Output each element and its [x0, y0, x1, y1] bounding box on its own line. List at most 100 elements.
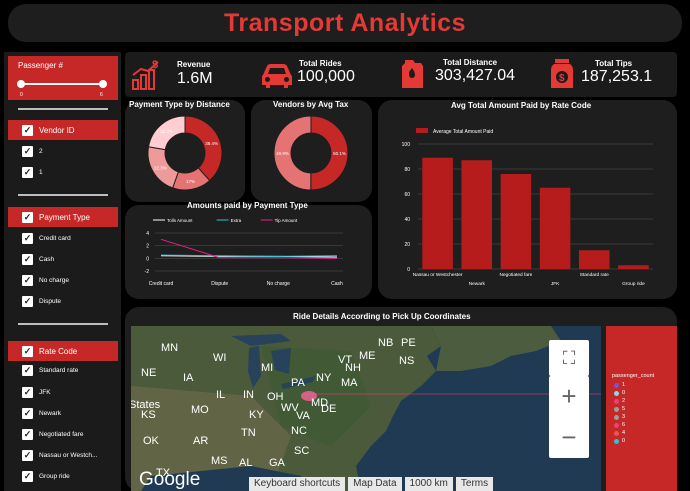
pickup-map[interactable]: MN WI MI IA IL IN OH MO KY WV PA NY VT NH ME NB PE NS MA OK… — [131, 326, 601, 491]
rate-code-bar-chart[interactable]: 100 80 60 40 20 0 Average Total Amount Paid Nas… — [378, 111, 677, 299]
map-place-label: SC — [294, 445, 309, 457]
payment-filter-header[interactable]: ✓ Payment Type — [8, 207, 118, 227]
checkbox-payment-all[interactable]: ✓ — [22, 211, 33, 223]
legend-item[interactable]: 0 — [614, 389, 625, 397]
vendor-filter-title: Vendor ID — [39, 125, 75, 135]
filter-item-group-ride[interactable]: ✓ Group ride — [22, 471, 70, 482]
legend-label: Tolls Amount — [167, 218, 193, 223]
checkbox[interactable]: ✓ — [22, 450, 33, 461]
checkbox[interactable]: ✓ — [22, 275, 33, 286]
vendor-filter-header[interactable]: ✓ Vendor ID — [8, 120, 118, 140]
amounts-title: Amounts paid by Payment Type — [187, 201, 308, 210]
legend-item-label: 1 — [622, 382, 626, 388]
kpi-rides-label: Total Rides — [299, 59, 342, 68]
y-tick-label: 40 — [404, 217, 410, 223]
filter-label: 1 — [39, 169, 43, 176]
kpi-distance-label: Total Distance — [443, 58, 498, 67]
filter-item-jfk[interactable]: ✓ JFK — [22, 387, 51, 398]
legend-item[interactable]: 2 — [614, 397, 625, 405]
filter-item-nassau[interactable]: ✓ Nassau or Westch... — [22, 450, 97, 461]
filter-item-cash[interactable]: ✓ Cash — [22, 254, 54, 265]
y-tick-label: 60 — [404, 192, 410, 198]
checkbox[interactable]: ✓ — [22, 296, 33, 307]
svg-text:$: $ — [152, 59, 158, 71]
fullscreen-icon: ⛶ — [562, 347, 576, 368]
map-place-label: DE — [321, 403, 336, 415]
kpi-revenue: $ Revenue 1.6M — [125, 52, 255, 97]
zoom-out-button[interactable]: − — [561, 422, 576, 453]
zoom-controls: + − — [549, 376, 589, 458]
filter-item-credit-card[interactable]: ✓ Credit card — [22, 233, 71, 244]
passenger-slider[interactable]: Passenger # 0 6 — [8, 56, 118, 100]
map-canvas[interactable]: MNWIMIIAIL IN OHMO KYWVPA NYVTNHMENB PENSMAOK… — [131, 326, 601, 491]
legend-dot — [614, 430, 619, 436]
checkbox[interactable]: ✓ — [22, 408, 33, 419]
keyboard-shortcuts-link[interactable]: Keyboard shortcuts — [249, 477, 346, 491]
legend-item[interactable]: 0 — [614, 437, 625, 445]
payment-donut-chart[interactable]: 38.4% 17% 22.3% 22.3% — [125, 110, 245, 202]
filter-item-standard-rate[interactable]: ✓ Standard rate — [22, 365, 78, 376]
legend-item[interactable]: 5 — [614, 405, 625, 413]
checkbox[interactable]: ✓ — [22, 365, 33, 376]
filter-item-newark[interactable]: ✓ Newark — [22, 408, 61, 419]
filter-label: Dispute — [39, 298, 62, 305]
payment-filter-title: Payment Type — [39, 212, 90, 222]
filter-label: Standard rate — [39, 367, 79, 374]
legend-item[interactable]: 3 — [614, 413, 625, 421]
terms-link[interactable]: Terms — [455, 477, 494, 491]
slider-max-handle[interactable] — [99, 80, 107, 88]
filter-item-no-charge[interactable]: ✓ No charge — [22, 275, 69, 286]
slider-min-handle[interactable] — [17, 80, 25, 88]
filter-item-vendor-1[interactable]: ✓ 1 — [22, 167, 43, 178]
checkbox-vendor-all[interactable]: ✓ — [22, 124, 33, 136]
amounts-line-chart[interactable]: 4 2 0 -2 Credit card Dispute No charge Cash Toll… — [125, 211, 372, 299]
bar[interactable] — [578, 250, 610, 269]
filter-label: No charge — [39, 277, 69, 284]
rate-filter-title: Rate Code — [39, 346, 78, 356]
kpi-distance: Total Distance 303,427.04 — [393, 52, 543, 97]
y-tick-label: -2 — [145, 269, 150, 275]
fullscreen-button[interactable]: ⛶ — [549, 340, 589, 376]
filter-item-negotiated-fare[interactable]: ✓ Negotiated fare — [22, 429, 83, 440]
bar[interactable] — [422, 157, 453, 269]
filter-label: 2 — [39, 148, 43, 155]
slider-track[interactable] — [17, 80, 107, 88]
bar[interactable] — [618, 265, 649, 269]
bar[interactable] — [500, 174, 532, 269]
checkbox-rate-all[interactable]: ✓ — [22, 345, 33, 357]
bar[interactable] — [461, 160, 493, 269]
rate-code-panel: Avg Total Amount Paid by Rate Code 100 80… — [378, 100, 677, 299]
map-place-label: WI — [213, 352, 226, 364]
filter-item-vendor-2[interactable]: ✓ 2 — [22, 146, 43, 157]
checkbox[interactable]: ✓ — [22, 471, 33, 482]
checkbox[interactable]: ✓ — [22, 254, 33, 265]
car-icon — [262, 64, 292, 88]
checkbox[interactable]: ✓ — [22, 429, 33, 440]
checkbox[interactable]: ✓ — [22, 146, 33, 157]
kpi-tips-value: 187,253.1 — [581, 68, 653, 85]
map-place-label: NC — [291, 425, 307, 437]
legend-item[interactable]: 6 — [614, 421, 625, 429]
y-tick-label: 100 — [402, 142, 411, 148]
checkbox[interactable]: ✓ — [22, 387, 33, 398]
checkbox[interactable]: ✓ — [22, 167, 33, 178]
legend-item-label: 2 — [622, 398, 626, 404]
vendor-donut-chart[interactable]: 50.1% 49.9% — [251, 110, 372, 202]
zoom-in-button[interactable]: + — [561, 381, 576, 412]
legend-item-label: 5 — [622, 406, 626, 412]
map-data-link[interactable]: Map Data — [348, 477, 402, 491]
checkbox[interactable]: ✓ — [22, 233, 33, 244]
legend-item[interactable]: 4 — [614, 429, 625, 437]
y-tick-label: 2 — [146, 244, 149, 250]
slider-title: Passenger # — [18, 61, 63, 70]
map-footer: Keyboard shortcuts Map Data 1000 km Term… — [246, 477, 494, 491]
legend-item[interactable]: 1 — [614, 381, 625, 389]
bar[interactable] — [539, 187, 571, 269]
map-place-label: MS — [211, 455, 228, 467]
rate-filter-header[interactable]: ✓ Rate Code — [8, 341, 118, 361]
map-place-label: KY — [249, 409, 264, 421]
map-place-label: States — [131, 399, 161, 411]
filter-item-dispute[interactable]: ✓ Dispute — [22, 296, 61, 307]
donut-slice[interactable] — [184, 115, 223, 182]
y-tick-label: 80 — [404, 167, 410, 173]
